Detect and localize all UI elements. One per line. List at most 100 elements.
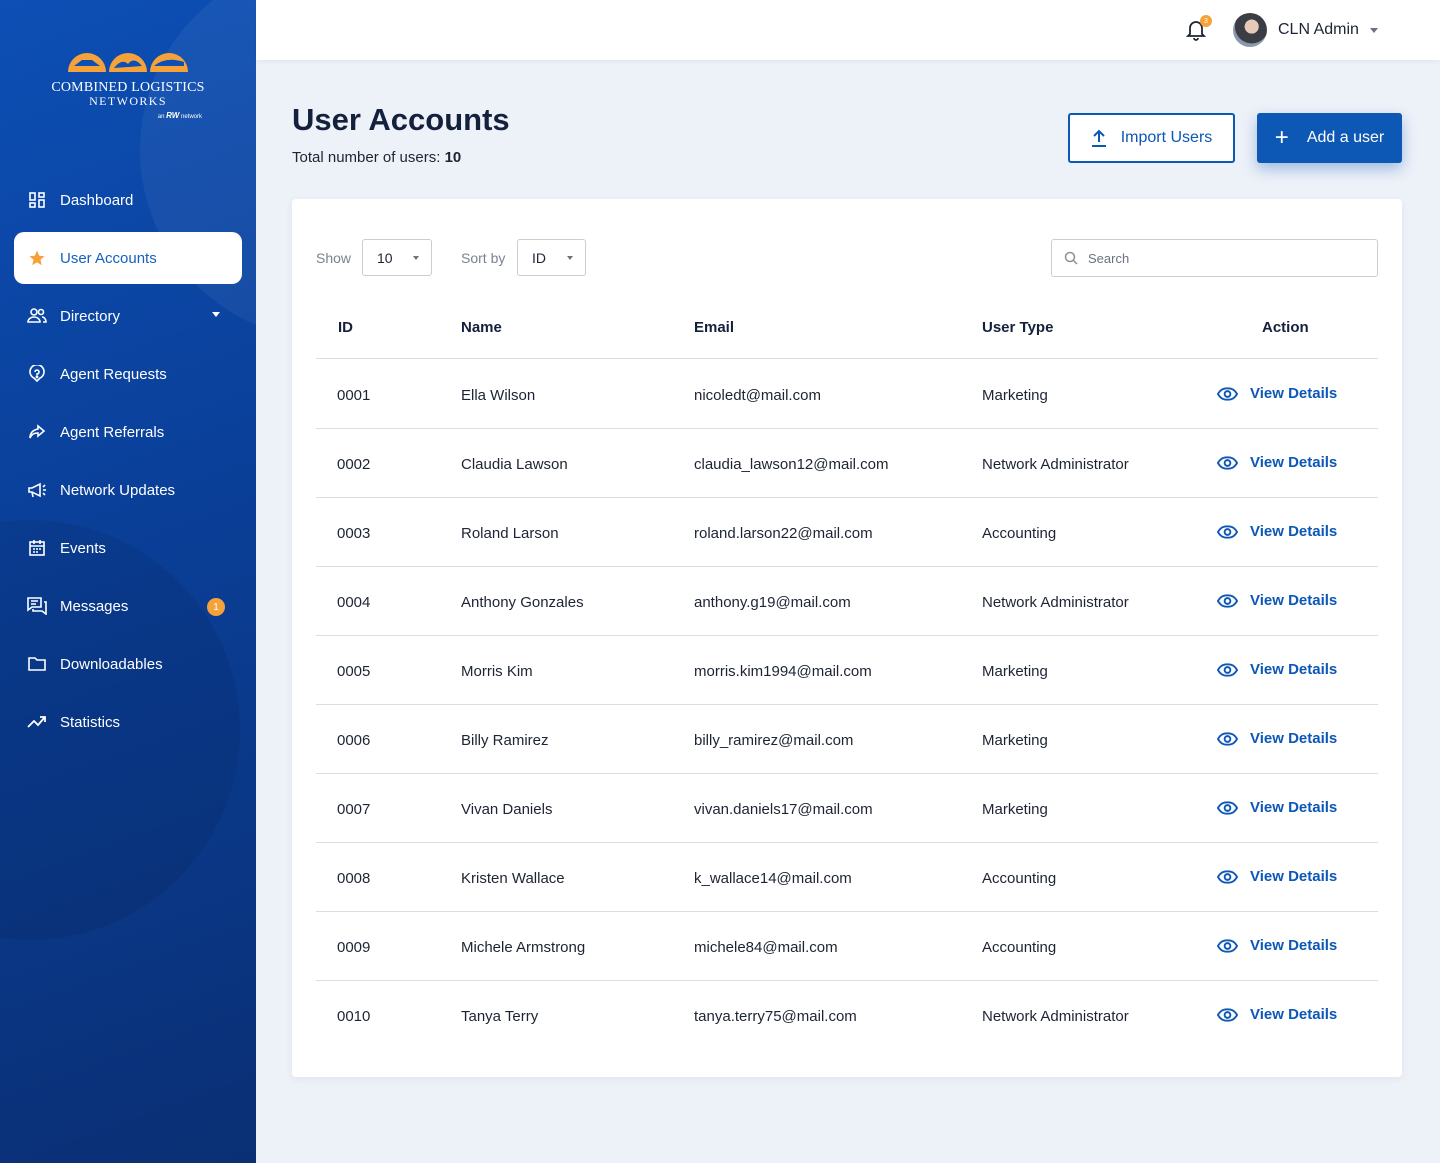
table-row: 0004 Anthony Gonzales anthony.g19@mail.c… [316,567,1378,636]
brand-logo[interactable]: COMBINED LOGISTICS NETWORKS an RW networ… [40,36,216,132]
show-value: 10 [377,249,393,266]
eye-icon [1217,800,1238,815]
view-details-label: View Details [1250,385,1338,402]
sidebar-item-user-accounts[interactable]: User Accounts [14,232,242,284]
cell-id: 0003 [337,525,371,542]
table-row: 0006 Billy Ramirez billy_ramirez@mail.co… [316,705,1378,774]
avatar[interactable] [1233,13,1267,47]
cell-id: 0009 [337,939,371,956]
eye-icon [1217,455,1238,470]
sidebar-item-messages[interactable]: Messages 1 [14,580,242,632]
messages-badge: 1 [207,598,225,616]
view-details-label: View Details [1250,454,1338,471]
sort-value: ID [532,249,546,266]
eye-icon [1217,386,1238,401]
cell-email: k_wallace14@mail.com [694,870,852,887]
sidebar-item-events[interactable]: Events [14,522,242,574]
sidebar-item-directory[interactable]: Directory [14,290,242,342]
sidebar-item-label: Agent Referrals [60,423,165,441]
cell-name: Ella Wilson [461,387,536,404]
people-icon [27,306,47,326]
sidebar-item-label: Agent Requests [60,365,167,383]
sidebar-item-agent-requests[interactable]: Agent Requests [14,348,242,400]
sidebar-item-downloadables[interactable]: Downloadables [14,638,242,690]
logo-mark-icon [68,53,188,72]
view-details-label: View Details [1250,730,1338,747]
sidebar-item-agent-referrals[interactable]: Agent Referrals [14,406,242,458]
view-details-button[interactable]: View Details [1217,454,1337,471]
column-header-id[interactable]: ID [338,319,353,336]
cell-email: claudia_lawson12@mail.com [694,456,889,473]
brand-name-line1: COMBINED LOGISTICS [51,80,205,95]
column-header-email[interactable]: Email [694,319,734,336]
column-header-user-type[interactable]: User Type [982,319,1053,336]
view-details-label: View Details [1250,937,1338,954]
search-field[interactable] [1051,239,1378,277]
cell-user-type: Network Administrator [982,1008,1129,1025]
import-users-label: Import Users [1120,129,1213,146]
table-row: 0009 Michele Armstrong michele84@mail.co… [316,912,1378,981]
cell-user-type: Accounting [982,525,1057,542]
cell-id: 0001 [337,387,371,404]
view-details-button[interactable]: View Details [1217,868,1337,885]
show-select[interactable]: 10 [362,239,432,276]
view-details-button[interactable]: View Details [1217,385,1337,402]
view-details-button[interactable]: View Details [1217,592,1337,609]
view-details-label: View Details [1250,592,1338,609]
eye-icon [1217,593,1238,608]
plus-icon: + [1274,124,1289,151]
view-details-button[interactable]: View Details [1217,523,1337,540]
dashboard-icon [27,190,47,210]
add-user-label: Add a user [1306,129,1385,146]
table-row: 0007 Vivan Daniels vivan.daniels17@mail.… [316,774,1378,843]
brand-name-line2: NETWORKS [89,94,167,108]
view-details-button[interactable]: View Details [1217,1006,1337,1023]
total-users-value: 10 [444,149,462,166]
user-name[interactable]: CLN Admin [1278,21,1359,39]
cell-email: michele84@mail.com [694,939,838,956]
total-users-label: Total number of users: [292,149,441,166]
notification-count-badge: 3 [1200,15,1212,27]
cell-id: 0005 [337,663,371,680]
cell-name: Billy Ramirez [461,732,549,749]
cell-email: nicoledt@mail.com [694,387,821,404]
eye-icon [1217,662,1238,677]
sidebar-item-label: Downloadables [60,655,163,673]
eye-icon [1217,1007,1238,1022]
total-users: Total number of users: 10 [292,149,461,166]
cell-email: roland.larson22@mail.com [694,525,873,542]
topbar: 3 CLN Admin [256,0,1440,60]
eye-icon [1217,869,1238,884]
view-details-button[interactable]: View Details [1217,937,1337,954]
share-icon [27,422,47,442]
upload-icon [1091,129,1106,147]
sidebar-item-label: Network Updates [60,481,176,499]
view-details-label: View Details [1250,661,1338,678]
chevron-down-icon[interactable] [212,312,220,317]
table-row: 0003 Roland Larson roland.larson22@mail.… [316,498,1378,567]
column-header-name[interactable]: Name [461,319,502,336]
cell-id: 0007 [337,801,371,818]
cell-email: morris.kim1994@mail.com [694,663,872,680]
import-users-button[interactable]: Import Users [1068,113,1235,163]
cell-user-type: Network Administrator [982,594,1129,611]
sort-select[interactable]: ID [517,239,586,276]
search-input[interactable] [1088,248,1368,268]
cell-id: 0004 [337,594,371,611]
sidebar-item-dashboard[interactable]: Dashboard [14,174,242,226]
notifications-button[interactable]: 3 [1185,15,1212,43]
sidebar-item-statistics[interactable]: Statistics [14,696,242,748]
sidebar-item-network-updates[interactable]: Network Updates [14,464,242,516]
view-details-button[interactable]: View Details [1217,661,1337,678]
cell-name: Roland Larson [461,525,559,542]
page-title: User Accounts [292,102,510,137]
view-details-button[interactable]: View Details [1217,730,1337,747]
chevron-down-icon[interactable] [1370,28,1378,33]
trending-icon [27,712,47,732]
view-details-button[interactable]: View Details [1217,799,1337,816]
add-user-button[interactable]: + Add a user [1257,113,1402,163]
folder-icon [27,654,47,674]
cell-name: Michele Armstrong [461,939,586,956]
chevron-down-icon [413,256,419,260]
cell-user-type: Marketing [982,387,1048,404]
